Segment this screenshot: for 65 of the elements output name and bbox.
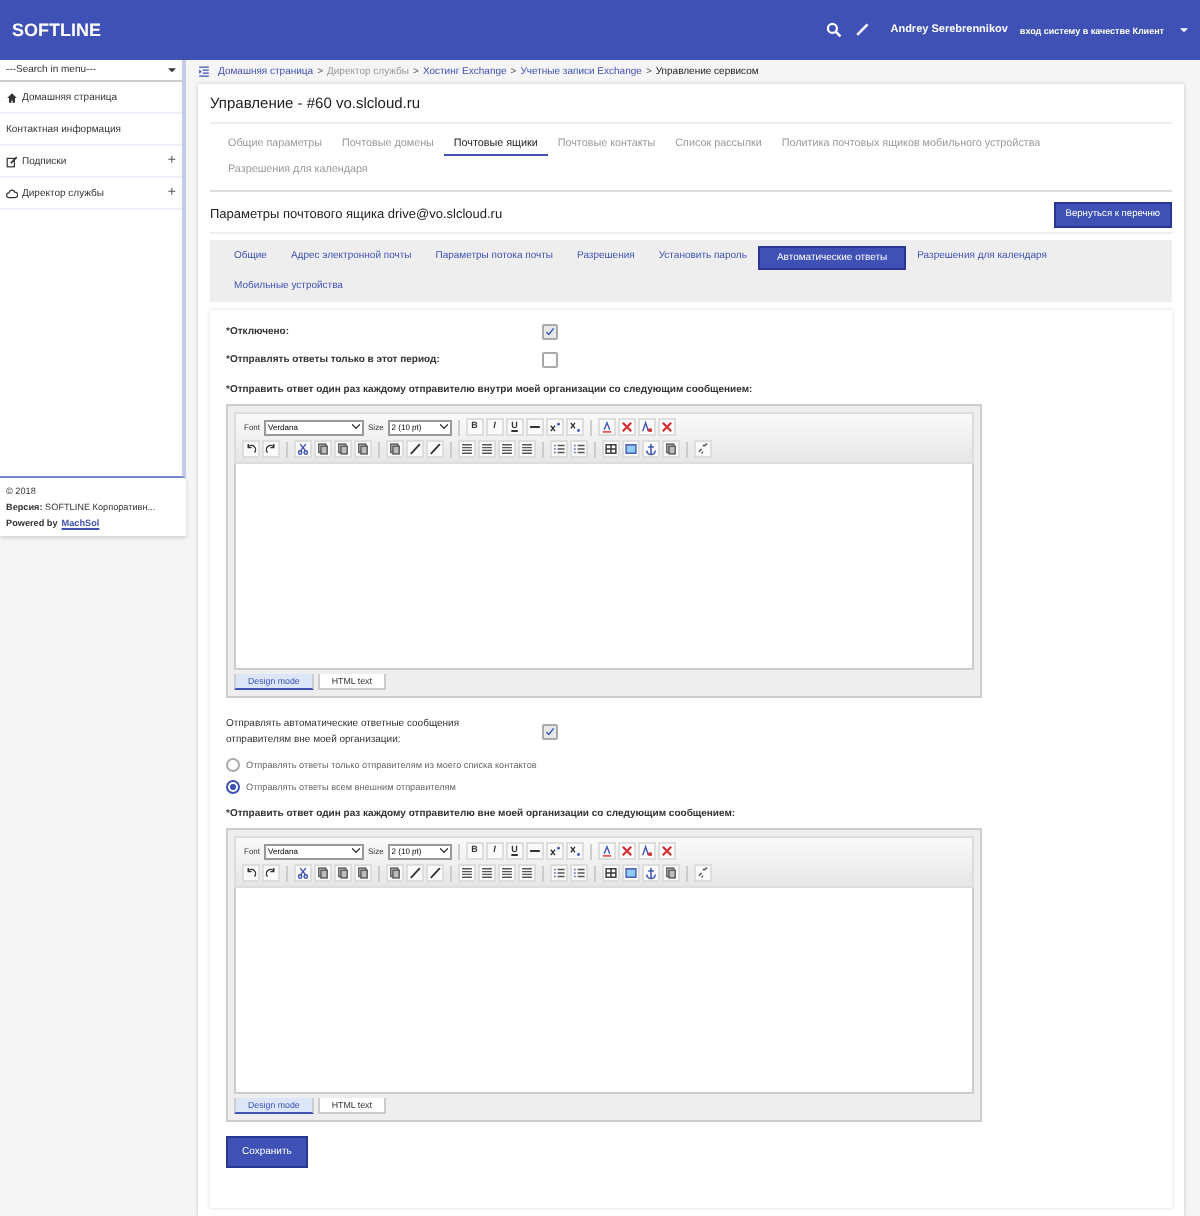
image-icon[interactable] <box>622 864 640 882</box>
align-justify-icon[interactable] <box>518 864 536 882</box>
bulleted-list-icon[interactable] <box>570 440 588 458</box>
caret-icon[interactable] <box>1180 27 1188 33</box>
paste-icon[interactable] <box>334 864 352 882</box>
underlined-a-icon[interactable] <box>597 418 616 436</box>
caret-icon <box>352 848 361 854</box>
radio-button[interactable] <box>226 780 240 794</box>
cut-icon[interactable] <box>294 440 312 458</box>
undo-icon[interactable] <box>242 864 260 882</box>
brush-icon[interactable] <box>426 440 444 458</box>
cloud-icon <box>6 187 18 199</box>
paste-text-icon[interactable] <box>354 440 372 458</box>
paste-icon[interactable] <box>334 440 352 458</box>
numbered-list-icon[interactable] <box>550 864 568 882</box>
search-icon[interactable] <box>826 22 843 38</box>
cut-icon[interactable] <box>294 864 312 882</box>
caret-icon <box>439 424 448 430</box>
checkbox[interactable] <box>542 352 558 368</box>
pen-icon[interactable] <box>406 440 424 458</box>
x-mark-icon[interactable] <box>657 418 676 436</box>
copy-icon[interactable] <box>314 440 332 458</box>
align-justify-icon[interactable] <box>518 440 536 458</box>
align-right-icon[interactable] <box>498 440 516 458</box>
checkbox[interactable] <box>542 324 558 340</box>
align-left-icon[interactable] <box>458 864 476 882</box>
align-right-icon[interactable] <box>498 864 516 882</box>
bulleted-list-icon[interactable] <box>570 864 588 882</box>
anchor-icon[interactable] <box>642 440 660 458</box>
checkbox[interactable] <box>542 724 558 740</box>
radio-button[interactable] <box>226 758 240 772</box>
x-mark-icon[interactable] <box>617 842 636 860</box>
home-icon <box>6 91 18 103</box>
redo-icon[interactable] <box>262 440 280 458</box>
superscript-icon[interactable] <box>545 418 564 436</box>
highlight-icon[interactable] <box>637 418 656 436</box>
redo-icon[interactable] <box>262 864 280 882</box>
strikethrough-icon[interactable] <box>525 418 544 436</box>
align-center-icon[interactable] <box>478 440 496 458</box>
underlined-a-icon[interactable] <box>597 842 616 860</box>
superscript-icon[interactable] <box>545 842 564 860</box>
x-mark-icon[interactable] <box>617 418 636 436</box>
highlight-icon[interactable] <box>637 842 656 860</box>
paste-text-icon[interactable] <box>354 864 372 882</box>
caret-icon <box>352 424 361 430</box>
undo-icon[interactable] <box>242 440 260 458</box>
align-left-icon[interactable] <box>458 440 476 458</box>
caret-icon <box>168 67 176 73</box>
caret-icon <box>439 848 448 854</box>
pen-icon[interactable] <box>406 864 424 882</box>
menu-toggle-icon[interactable] <box>198 66 210 78</box>
subscript-icon[interactable] <box>565 842 584 860</box>
subscript-icon[interactable] <box>565 418 584 436</box>
brush-icon[interactable] <box>426 864 444 882</box>
brand-logo: SOFTLINE <box>12 20 101 40</box>
anchor-icon[interactable] <box>642 864 660 882</box>
align-center-icon[interactable] <box>478 864 496 882</box>
x-mark-icon[interactable] <box>657 842 676 860</box>
table-icon[interactable] <box>602 440 620 458</box>
copy-icon[interactable] <box>314 864 332 882</box>
image-icon[interactable] <box>622 440 640 458</box>
table-icon[interactable] <box>602 864 620 882</box>
numbered-list-icon[interactable] <box>550 440 568 458</box>
edit-icon <box>6 155 18 167</box>
strikethrough-icon[interactable] <box>525 842 544 860</box>
